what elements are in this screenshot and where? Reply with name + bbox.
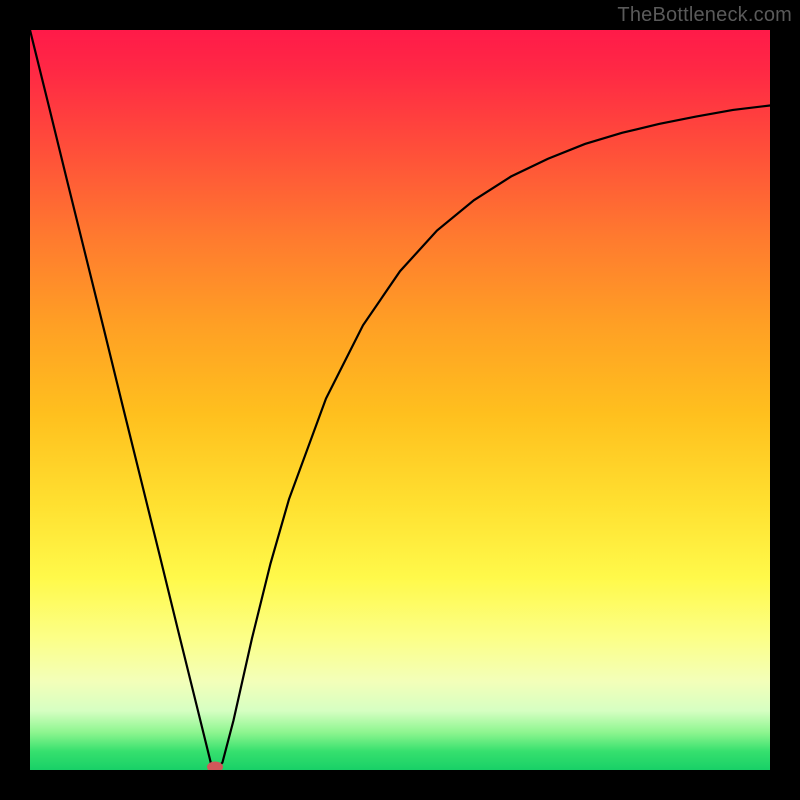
plot-area [30, 30, 770, 770]
attribution-text: TheBottleneck.com [617, 4, 792, 27]
minimum-marker [207, 762, 223, 771]
chart-frame: TheBottleneck.com [0, 0, 800, 800]
marker-layer [30, 30, 770, 770]
